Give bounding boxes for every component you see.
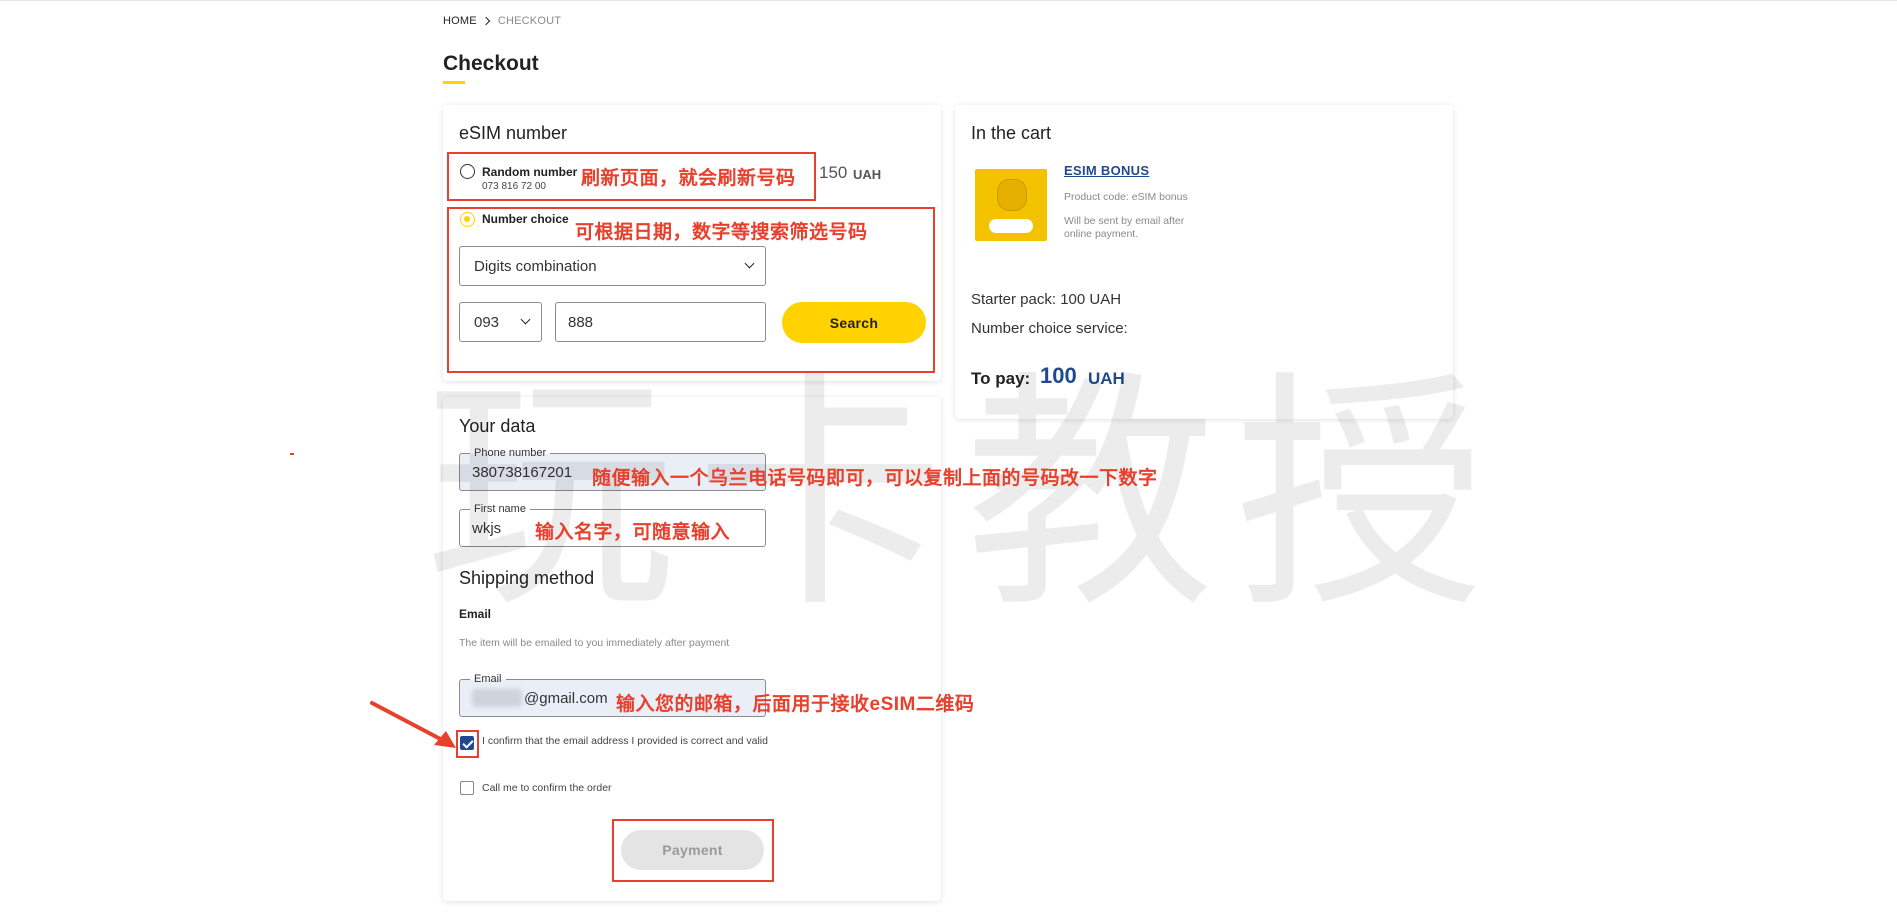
annotation-box-payment — [612, 819, 774, 882]
to-pay-currency: UAH — [1088, 369, 1125, 388]
annotation-filter: 可根据日期，数字等搜索筛选号码 — [575, 222, 868, 243]
random-number-price: 150 — [819, 163, 848, 182]
shipping-method-email: Email — [459, 607, 492, 621]
product-card-shape — [989, 219, 1033, 233]
phone-field-value: 380738167201 — [472, 463, 573, 481]
shipping-method-title: Shipping method — [459, 568, 595, 588]
esim-bonus-product-image — [975, 169, 1047, 241]
random-number-currency: UAH — [853, 167, 882, 182]
your-data-title: Your data — [459, 416, 536, 436]
email-field-label: Email — [470, 672, 506, 686]
breadcrumb: HOME CHECKOUT — [443, 15, 561, 27]
esim-card-title: eSIM number — [459, 123, 568, 143]
annotation-phone: 随便输入一个乌兰电话号码即可，可以复制上面的号码改一下数字 — [592, 468, 1158, 489]
annotation-refresh: 刷新页面，就会刷新号码 — [581, 168, 796, 189]
call-me-checkbox[interactable] — [460, 781, 474, 795]
phone-field-label: Phone number — [470, 446, 551, 460]
first-name-label: First name — [470, 502, 530, 516]
cart-card: In the cart ESIM BONUS Product code: eSI… — [955, 105, 1453, 419]
to-pay-label: To pay: — [971, 369, 1031, 388]
number-choice-service-line: Number choice service: — [971, 320, 1128, 337]
product-mascot-shape — [997, 179, 1027, 211]
breadcrumb-home-link[interactable]: HOME — [443, 15, 477, 27]
annotation-name: 输入名字，可随意输入 — [535, 522, 731, 543]
blurred-email-user — [472, 689, 522, 707]
product-delivery-note: Will be sent by email after online payme… — [1064, 215, 1185, 240]
to-pay-value: 100 — [1040, 363, 1077, 388]
product-link[interactable]: ESIM BONUS — [1064, 163, 1149, 178]
email-field-value: @gmail.com — [524, 689, 608, 707]
red-mark — [290, 453, 294, 455]
confirm-email-label: I confirm that the email address I provi… — [482, 735, 768, 747]
annotation-email: 输入您的邮箱，后面用于接收eSIM二维码 — [616, 694, 975, 715]
page-title: Checkout — [443, 52, 539, 75]
shipping-description: The item will be emailed to you immediat… — [459, 637, 730, 649]
cart-title: In the cart — [971, 123, 1052, 143]
product-code: Product code: eSIM bonus — [1064, 191, 1188, 203]
starter-pack-line: Starter pack: 100 UAH — [971, 291, 1122, 308]
annotation-arrow-icon — [370, 701, 456, 748]
title-underline — [443, 81, 465, 84]
chevron-right-icon — [481, 16, 491, 26]
first-name-value: wkjs — [472, 519, 502, 537]
call-me-label: Call me to confirm the order — [482, 782, 612, 794]
breadcrumb-current: CHECKOUT — [497, 15, 562, 27]
